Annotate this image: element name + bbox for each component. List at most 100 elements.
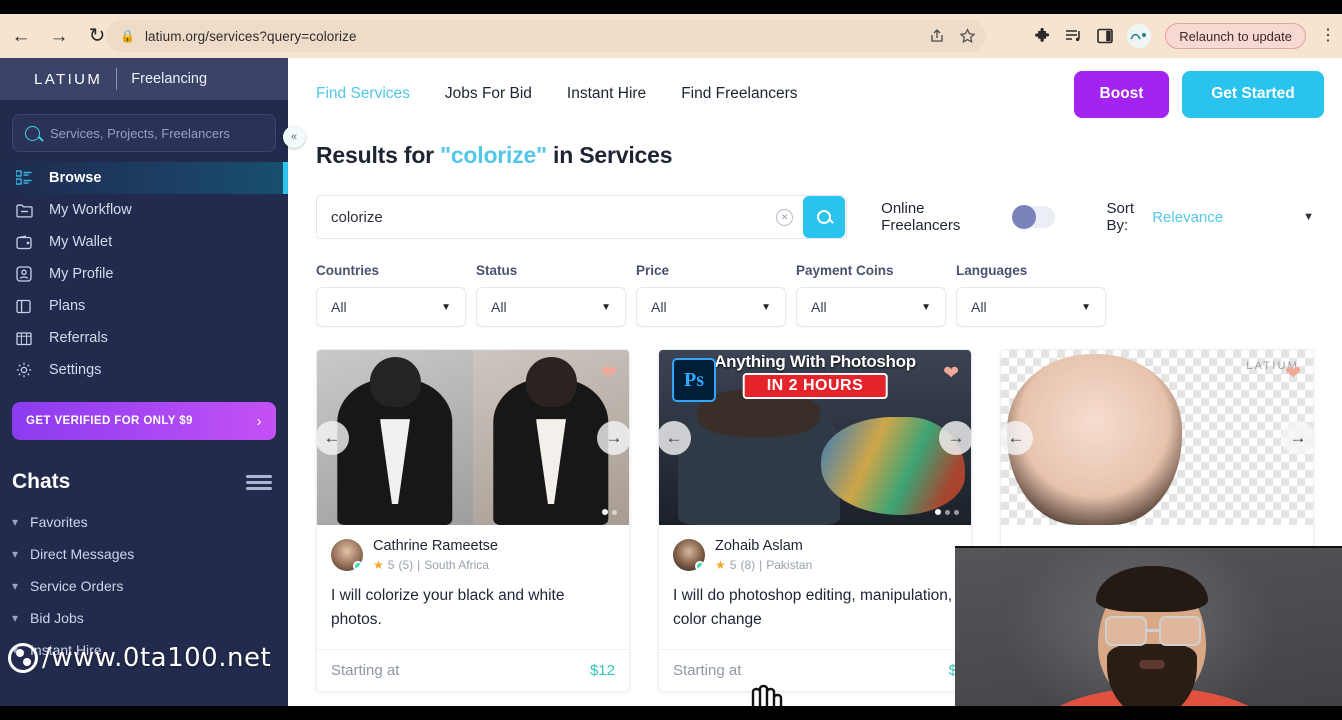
address-bar[interactable]: 🔒 latium.org/services?query=colorize <box>106 20 986 52</box>
sidebar-item-my-wallet[interactable]: My Wallet <box>0 226 288 258</box>
filter-select-countries[interactable]: All ▼ <box>316 287 466 327</box>
filter-price: Price All ▼ <box>636 263 786 327</box>
carousel-next-icon[interactable]: → <box>1281 421 1313 455</box>
sidebar-search-input[interactable]: Services, Projects, Freelancers <box>12 114 276 152</box>
search-icon <box>817 210 831 224</box>
chat-group-favorites[interactable]: ▾ Favorites <box>0 506 288 538</box>
chevron-down-icon: ▼ <box>921 302 931 313</box>
sort-by-label: Sort By: <box>1107 200 1147 234</box>
online-freelancers-label: Online Freelancers <box>881 200 999 234</box>
sidebar-item-plans[interactable]: Plans <box>0 290 288 322</box>
forward-arrow-icon[interactable]: → <box>42 19 76 53</box>
carousel-dots[interactable] <box>935 509 959 515</box>
profile-icon <box>14 264 34 284</box>
chat-group-label: Favorites <box>30 514 88 530</box>
chat-group-bid-jobs[interactable]: ▾ Bid Jobs <box>0 602 288 634</box>
get-verified-button[interactable]: GET VERIFIED FOR ONLY $9 › <box>12 402 276 440</box>
sidebar: LATIUM Freelancing Services, Projects, F… <box>0 58 288 706</box>
chevron-down-icon[interactable]: ▼ <box>1303 211 1314 223</box>
get-started-button[interactable]: Get Started <box>1182 71 1324 118</box>
chats-title: Chats <box>12 470 70 494</box>
sidebar-item-referrals[interactable]: Referrals <box>0 322 288 354</box>
service-title[interactable]: I will colorize your black and white pho… <box>331 584 615 632</box>
nav-link-find-freelancers[interactable]: Find Freelancers <box>681 85 797 103</box>
service-title[interactable]: I will do photoshop editing, manipulatio… <box>673 584 957 632</box>
get-verified-label: GET VERIFIED FOR ONLY $9 <box>26 415 193 427</box>
sidebar-item-browse[interactable]: Browse <box>0 162 288 194</box>
puzzle-icon[interactable] <box>1034 28 1051 45</box>
relaunch-to-update-button[interactable]: Relaunch to update <box>1165 23 1306 49</box>
sidebar-item-label: Settings <box>49 362 101 378</box>
chat-group-label: Service Orders <box>30 578 123 594</box>
folder-icon <box>14 200 34 220</box>
seller-country: Pakistan <box>766 558 812 572</box>
service-card[interactable]: ❤ ← → Cathrine Rameetse <box>316 349 630 692</box>
share-icon[interactable] <box>929 28 945 44</box>
nav-link-find-services[interactable]: Find Services <box>316 85 410 103</box>
sidebar-item-my-workflow[interactable]: My Workflow <box>0 194 288 226</box>
heart-icon[interactable]: ❤ <box>1285 362 1301 385</box>
seller-meta: ★ 5 (5) | South Africa <box>373 558 498 572</box>
avatar <box>673 539 705 571</box>
clear-icon[interactable]: ✕ <box>776 209 793 226</box>
filter-value: All <box>331 299 347 315</box>
nav-link-jobs-for-bid[interactable]: Jobs For Bid <box>445 85 532 103</box>
browser-nav-buttons: ← → ↻ <box>0 14 114 58</box>
watermark-text: /www.0ta100.net <box>42 643 271 673</box>
chat-group-service-orders[interactable]: ▾ Service Orders <box>0 570 288 602</box>
service-card-body: Cathrine Rameetse ★ 5 (5) | South Africa <box>317 525 629 636</box>
service-card-body: Zohaib Aslam ★ 5 (8) | Pakistan <box>659 525 971 636</box>
title-prefix: Results for <box>316 142 440 168</box>
chevron-down-icon: ▼ <box>761 302 771 313</box>
service-card-image: LATIUM ❤ ← → <box>1001 350 1313 525</box>
search-button[interactable] <box>803 196 845 238</box>
nav-link-instant-hire[interactable]: Instant Hire <box>567 85 646 103</box>
search-input[interactable]: colorize ✕ <box>316 195 847 239</box>
carousel-next-icon[interactable]: → <box>597 421 629 455</box>
media-list-icon[interactable] <box>1065 28 1083 45</box>
star-icon[interactable] <box>959 28 976 45</box>
seller-info[interactable]: Zohaib Aslam ★ 5 (8) | Pakistan <box>673 537 957 572</box>
sidebar-item-my-profile[interactable]: My Profile <box>0 258 288 290</box>
online-freelancers-toggle[interactable] <box>1012 206 1055 228</box>
banner-pill: IN 2 HOURS <box>743 373 888 399</box>
filter-value: All <box>811 299 827 315</box>
browser-chrome: ← → ↻ 🔒 latium.org/services?query=colori… <box>0 0 1342 58</box>
rating-value: 5 <box>388 558 395 572</box>
filter-select-payment-coins[interactable]: All ▼ <box>796 287 946 327</box>
avatar[interactable] <box>1127 24 1151 48</box>
chat-group-direct-messages[interactable]: ▾ Direct Messages <box>0 538 288 570</box>
filter-select-price[interactable]: All ▼ <box>636 287 786 327</box>
carousel-dots[interactable] <box>602 509 617 515</box>
seller-meta: ★ 5 (8) | Pakistan <box>715 558 812 572</box>
before-after-portrait-image <box>317 350 629 525</box>
heart-icon[interactable]: ❤ <box>601 362 617 385</box>
seller-block: Zohaib Aslam ★ 5 (8) | Pakistan <box>715 537 812 572</box>
sidebar-brand[interactable]: LATIUM Freelancing <box>0 58 288 100</box>
sort-by-control[interactable]: Sort By: Relevance ▼ <box>1107 200 1315 234</box>
sidebar-collapse-button[interactable]: « <box>283 126 305 148</box>
sidebar-item-settings[interactable]: Settings <box>0 354 288 386</box>
carousel-next-icon[interactable]: → <box>939 421 971 455</box>
kebab-menu-icon[interactable]: ⋮ <box>1320 28 1336 44</box>
filter-select-languages[interactable]: All ▼ <box>956 287 1106 327</box>
seller-info[interactable]: Cathrine Rameetse ★ 5 (5) | South Africa <box>331 537 615 572</box>
filter-label: Countries <box>316 263 466 278</box>
service-card[interactable]: Anything With Photoshop IN 2 HOURS Ps ❤ … <box>658 349 972 692</box>
hamburger-icon[interactable] <box>246 475 272 490</box>
filter-value: All <box>651 299 667 315</box>
heart-icon[interactable]: ❤ <box>943 362 959 385</box>
service-card-footer: Starting at $12 <box>317 649 629 691</box>
top-navigation: Find Services Jobs For Bid Instant Hire … <box>288 58 1342 130</box>
search-row: colorize ✕ Online Freelancers Sort By: R… <box>316 195 1314 239</box>
chats-header: Chats <box>0 470 288 494</box>
back-arrow-icon[interactable]: ← <box>4 19 38 53</box>
filter-select-status[interactable]: All ▼ <box>476 287 626 327</box>
filter-row: Countries All ▼ Status All ▼ <box>316 263 1314 327</box>
sort-by-value: Relevance <box>1152 209 1223 226</box>
side-panel-icon[interactable] <box>1097 28 1113 44</box>
starting-at-label: Starting at <box>331 662 399 679</box>
seller-block: Cathrine Rameetse ★ 5 (5) | South Africa <box>373 537 498 572</box>
sidebar-item-label: Browse <box>49 170 101 186</box>
boost-button[interactable]: Boost <box>1074 71 1169 118</box>
